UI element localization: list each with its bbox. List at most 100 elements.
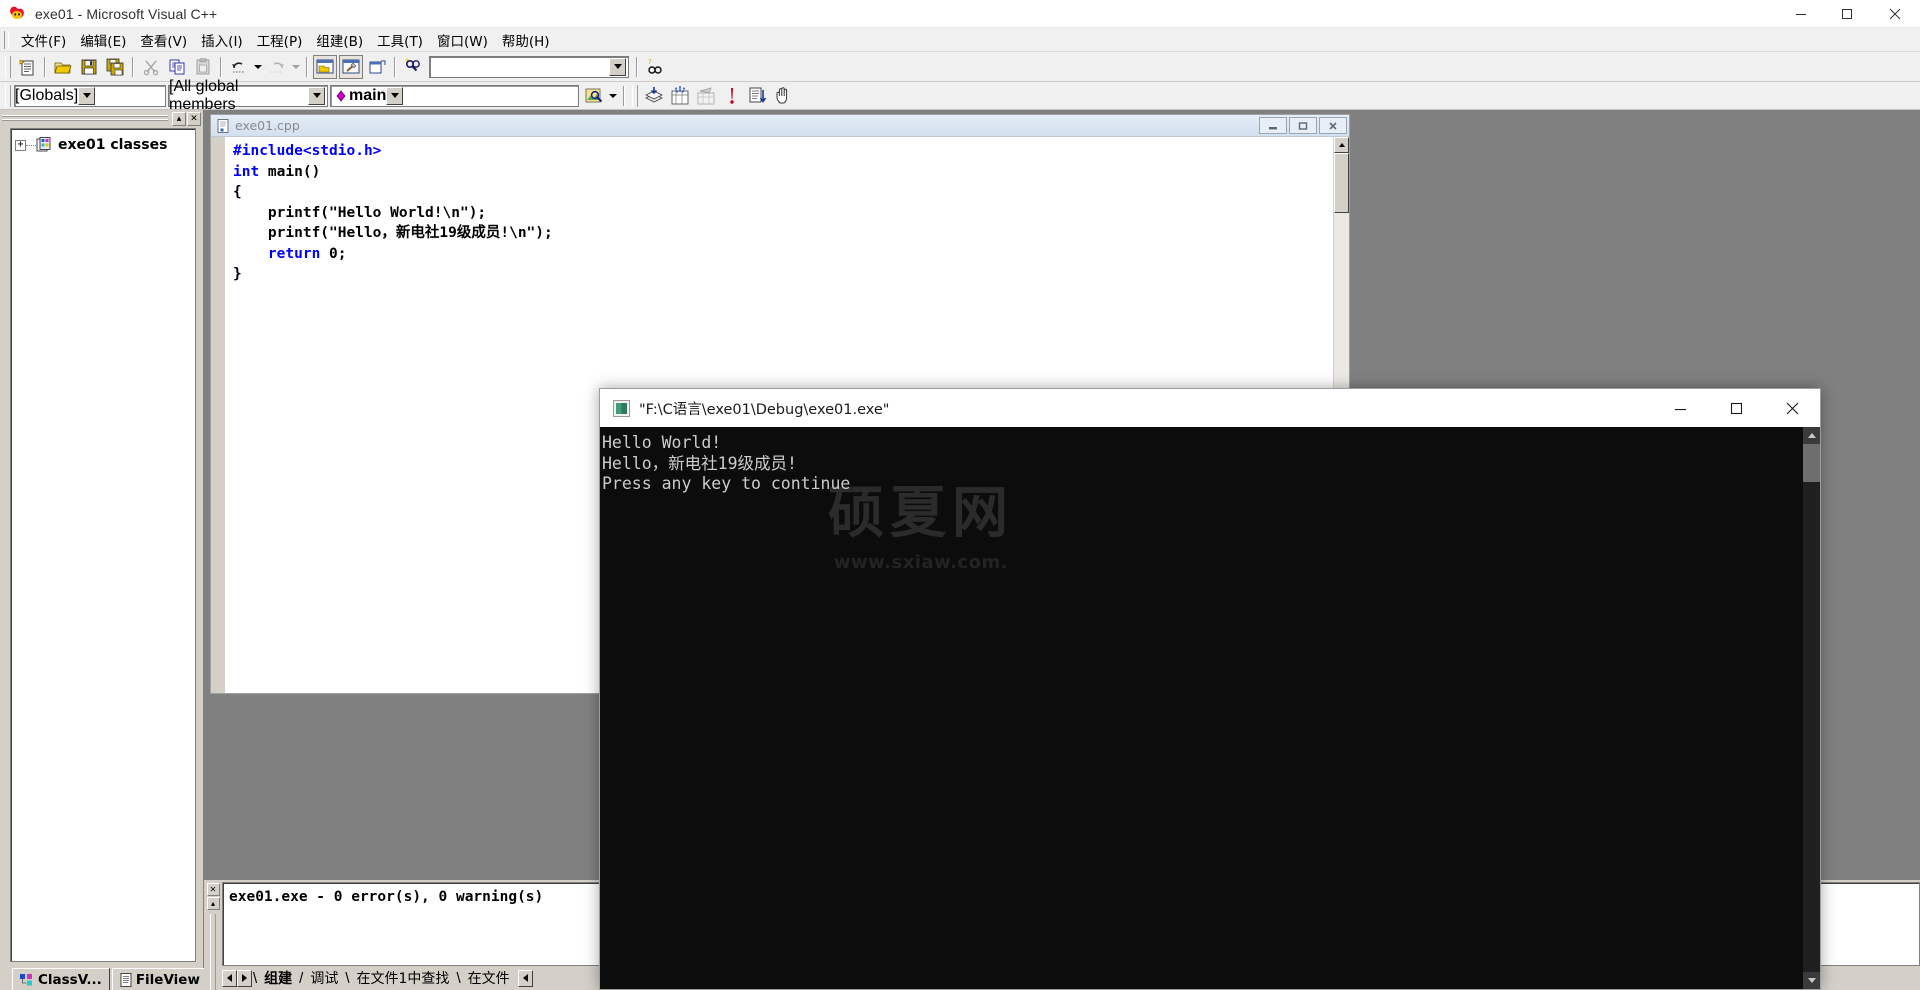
output-tab-debug[interactable]: 调试 (304, 968, 344, 988)
wizard-actions-icon[interactable] (582, 84, 606, 108)
console-window: "F:\C语言\exe01\Debug\exe01.exe" 硕夏网 www.s… (599, 388, 1821, 990)
editor-scroll-up-button[interactable] (1334, 137, 1349, 153)
tree-item-exe01-classes[interactable]: + exe01 classes (15, 135, 191, 155)
console-line: Hello World! (602, 433, 722, 452)
output-tabstrip-scroll-button[interactable] (517, 969, 533, 987)
editor-titlebar: exe01.cpp (211, 115, 1349, 137)
editor-scroll-thumb[interactable] (1334, 153, 1349, 213)
window-minimize-button[interactable] (1778, 0, 1824, 28)
console-scroll-track[interactable] (1803, 482, 1820, 972)
classes-folder-icon (36, 137, 54, 153)
menu-build[interactable]: 组建(B) (309, 27, 370, 53)
output-window-icon[interactable] (339, 54, 363, 79)
tab-fileview[interactable]: FileView (111, 968, 208, 990)
compile-icon[interactable] (642, 84, 666, 108)
function-combo[interactable]: main (330, 84, 579, 107)
menu-window[interactable]: 窗口(W) (430, 27, 495, 53)
redo-dropdown-arrow[interactable] (290, 55, 302, 79)
console-body[interactable]: 硕夏网 www.sxiaw.com. Hello World! Hello，新电社… (600, 427, 1820, 989)
tab-classview[interactable]: ClassV... (12, 968, 110, 990)
code-token: } (233, 266, 242, 282)
output-tab-find1[interactable]: 在文件1中查找 (351, 968, 456, 988)
mdi-minimize-button[interactable] (1259, 117, 1287, 134)
tree-connector (26, 144, 36, 146)
class-view-tree[interactable]: + exe01 classes (10, 128, 196, 962)
execute-program-icon[interactable] (720, 84, 744, 108)
go-debug-icon[interactable] (746, 84, 770, 108)
build-toolbar-grip[interactable] (632, 84, 638, 107)
output-close-button[interactable]: ✕ (206, 883, 220, 896)
menu-insert[interactable]: 插入(I) (194, 27, 250, 53)
members-combo-dropdown-button[interactable] (308, 86, 325, 105)
find-combo[interactable] (429, 55, 629, 78)
redo-icon[interactable] (265, 55, 289, 79)
workspace-window-icon[interactable] (313, 54, 337, 79)
save-icon[interactable] (77, 55, 101, 79)
copy-icon[interactable] (165, 55, 189, 79)
output-scrollup-button[interactable]: ▴ (206, 897, 220, 910)
menu-view[interactable]: 查看(V) (133, 27, 194, 53)
function-combo-dropdown-button[interactable] (386, 86, 404, 105)
menu-tools[interactable]: 工具(T) (370, 27, 430, 53)
output-tab-next-button[interactable] (237, 969, 252, 987)
console-scroll-thumb[interactable] (1803, 444, 1820, 482)
classview-icon (20, 973, 34, 986)
paste-icon[interactable] (191, 55, 215, 79)
toolbar-grip[interactable] (5, 55, 11, 78)
console-vertical-scrollbar[interactable] (1803, 427, 1820, 989)
save-all-icon[interactable] (103, 55, 127, 79)
code-line: int main() (233, 162, 1333, 183)
menu-edit[interactable]: 编辑(E) (73, 27, 133, 53)
find-in-files-icon[interactable] (401, 55, 425, 79)
stop-build-icon[interactable] (694, 84, 718, 108)
class-combo-dropdown-button[interactable] (78, 86, 96, 105)
output-tab-prev-button[interactable] (222, 969, 237, 987)
console-scroll-up-button[interactable] (1803, 427, 1820, 444)
open-folder-icon[interactable] (51, 55, 75, 79)
members-combo-value[interactable]: [All global members (169, 78, 308, 114)
class-combo[interactable]: [Globals] (14, 84, 166, 107)
window-close-button[interactable] (1870, 0, 1920, 28)
console-output-text[interactable]: Hello World! Hello，新电社19级成员! Press any key… (600, 427, 1803, 989)
console-maximize-button[interactable] (1708, 389, 1764, 427)
code-token: printf("Hello，新电社19级成员!\n"); (233, 225, 553, 241)
pause-hand-icon[interactable] (772, 84, 796, 108)
toolbar-separator (306, 56, 308, 77)
fileview-icon (120, 972, 132, 987)
code-line: #include<stdio.h> (233, 141, 1333, 162)
tree-expander-icon[interactable]: + (15, 139, 26, 151)
menu-help[interactable]: 帮助(H) (495, 27, 557, 53)
find-combo-dropdown-button[interactable] (609, 57, 626, 76)
console-scroll-down-button[interactable] (1803, 972, 1820, 989)
undo-dropdown-arrow[interactable] (252, 55, 264, 79)
cut-scissors-icon[interactable] (139, 55, 163, 79)
class-combo-value[interactable]: [Globals] (15, 87, 78, 105)
members-combo[interactable]: [All global members (168, 78, 328, 113)
workspace-float-button[interactable]: ▴ (172, 112, 186, 126)
wizardbar-grip[interactable] (5, 84, 11, 107)
workspace-gripbar: ▴ ✕ (0, 110, 203, 128)
mdi-close-button[interactable] (1319, 117, 1347, 134)
output-drag-grip[interactable] (210, 914, 216, 990)
mdi-restore-button[interactable] (1289, 117, 1317, 134)
window-maximize-button[interactable] (1824, 0, 1870, 28)
workspace-drag-grip[interactable] (2, 115, 168, 123)
menu-file[interactable]: 文件(F) (14, 27, 73, 53)
build-icon[interactable] (668, 84, 692, 108)
workspace-close-button[interactable]: ✕ (187, 112, 201, 126)
find-binoculars-icon[interactable]: ? (643, 55, 667, 79)
menu-project[interactable]: 工程(P) (250, 27, 310, 53)
undo-icon[interactable] (227, 55, 251, 79)
console-close-button[interactable] (1764, 389, 1820, 427)
workspace-toggle-icon[interactable] (365, 55, 389, 79)
function-combo-value[interactable]: main (349, 87, 386, 105)
wizard-dropdown-arrow[interactable] (607, 84, 619, 108)
output-tab-build[interactable]: 组建 (258, 968, 298, 988)
toolbar-separator (132, 56, 134, 77)
output-tab-find2[interactable]: 在文件 (462, 968, 516, 988)
code-token: 0; (320, 245, 347, 262)
editor-tab-title: exe01.cpp (235, 118, 300, 133)
code-token: printf("Hello World!\n"); (233, 204, 487, 221)
console-minimize-button[interactable] (1652, 389, 1708, 427)
new-text-file-icon[interactable] (15, 55, 39, 79)
